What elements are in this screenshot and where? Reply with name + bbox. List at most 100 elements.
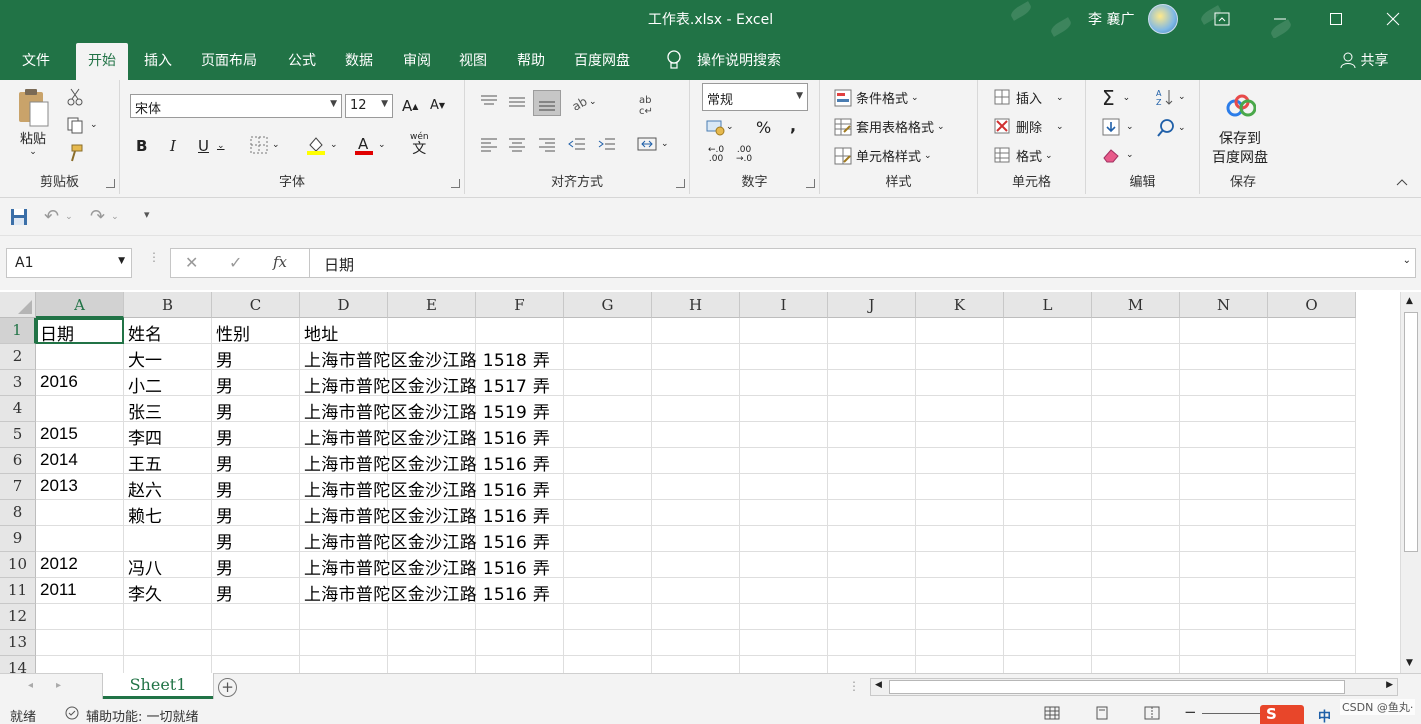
cell-d10[interactable]: 上海市普陀区金沙江路 1516 弄 (300, 552, 550, 579)
cell-j1[interactable] (828, 318, 916, 344)
cell-n12[interactable] (1180, 604, 1268, 630)
zoom-out-icon[interactable]: − (1184, 703, 1197, 721)
cell-g13[interactable] (564, 630, 652, 656)
format-painter-icon[interactable] (66, 144, 84, 162)
cell-d14[interactable] (300, 656, 388, 673)
cell-n13[interactable] (1180, 630, 1268, 656)
row-header[interactable]: 9 (0, 526, 36, 552)
cell-j12[interactable] (828, 604, 916, 630)
cell-n6[interactable] (1180, 448, 1268, 474)
column-header-i[interactable]: I (740, 292, 828, 318)
row-header[interactable]: 14 (0, 656, 36, 673)
cell-o9[interactable] (1268, 526, 1356, 552)
cell-i6[interactable] (740, 448, 828, 474)
cell-d3[interactable]: 上海市普陀区金沙江路 1517 弄 (300, 370, 550, 397)
cell-b4[interactable]: 张三 (124, 396, 212, 423)
number-launcher-icon[interactable] (806, 179, 815, 188)
tab-split-grip-icon[interactable]: ⋮ (848, 679, 860, 693)
column-header-h[interactable]: H (652, 292, 740, 318)
cell-l7[interactable] (1004, 474, 1092, 500)
font-name-select[interactable]: 宋体 ▼ (130, 94, 342, 118)
cell-b7[interactable]: 赵六 (124, 474, 212, 501)
cell-d12[interactable] (300, 604, 388, 630)
cell-g11[interactable] (564, 578, 652, 604)
font-color-icon[interactable]: A ⌄ (354, 135, 386, 155)
row-header[interactable]: 11 (0, 578, 36, 604)
clipboard-launcher-icon[interactable] (106, 179, 115, 188)
cell-c9[interactable]: 男 (212, 526, 300, 553)
cell-l3[interactable] (1004, 370, 1092, 396)
underline-button[interactable]: U ⌄ (198, 137, 225, 155)
cell-i9[interactable] (740, 526, 828, 552)
row-header[interactable]: 5 (0, 422, 36, 448)
customize-qat-icon[interactable]: ▾ (144, 208, 150, 221)
cell-c3[interactable]: 男 (212, 370, 300, 397)
vertical-scroll-thumb[interactable] (1404, 312, 1418, 552)
orientation-icon[interactable]: ab ⌄ (569, 94, 597, 110)
cell-i1[interactable] (740, 318, 828, 344)
cell-b2[interactable]: 大一 (124, 344, 212, 371)
tab-page-layout[interactable]: 页面布局 (201, 50, 257, 70)
expand-formula-icon[interactable]: ⌄ (1403, 255, 1411, 266)
cell-i12[interactable] (740, 604, 828, 630)
cell-e12[interactable] (388, 604, 476, 630)
cell-j14[interactable] (828, 656, 916, 673)
cell-h3[interactable] (652, 370, 740, 396)
cell-j2[interactable] (828, 344, 916, 370)
avatar[interactable] (1148, 4, 1178, 34)
align-center-icon[interactable] (507, 136, 527, 152)
cell-c1[interactable]: 性别 (212, 318, 300, 345)
cell-a14[interactable] (36, 656, 124, 673)
cell-e1[interactable] (388, 318, 476, 344)
cell-j3[interactable] (828, 370, 916, 396)
insert-cells-button[interactable]: 插入 ⌄ (994, 88, 1064, 107)
cell-m13[interactable] (1092, 630, 1180, 656)
cell-l5[interactable] (1004, 422, 1092, 448)
cell-k4[interactable] (916, 396, 1004, 422)
cell-o12[interactable] (1268, 604, 1356, 630)
cell-l12[interactable] (1004, 604, 1092, 630)
format-as-table-button[interactable]: 套用表格格式 ⌄ (834, 117, 945, 136)
decrease-indent-icon[interactable] (567, 136, 587, 152)
cell-d1[interactable]: 地址 (300, 318, 388, 345)
cell-b10[interactable]: 冯八 (124, 552, 212, 579)
cell-k7[interactable] (916, 474, 1004, 500)
cell-d8[interactable]: 上海市普陀区金沙江路 1516 弄 (300, 500, 550, 527)
cell-o6[interactable] (1268, 448, 1356, 474)
paste-button[interactable]: 粘贴 ⌄ (16, 88, 50, 157)
tab-formulas[interactable]: 公式 (288, 50, 316, 70)
page-break-view-icon[interactable] (1144, 706, 1160, 724)
cell-c14[interactable] (212, 656, 300, 673)
cell-c5[interactable]: 男 (212, 422, 300, 449)
cell-k1[interactable] (916, 318, 1004, 344)
align-right-icon[interactable] (537, 136, 557, 152)
autosum-icon[interactable]: Σ ⌄ (1102, 86, 1130, 110)
cell-m8[interactable] (1092, 500, 1180, 526)
cell-o1[interactable] (1268, 318, 1356, 344)
align-left-icon[interactable] (479, 136, 499, 152)
cell-a13[interactable] (36, 630, 124, 656)
cell-n14[interactable] (1180, 656, 1268, 673)
share-button[interactable]: 共享 (1340, 50, 1388, 70)
cell-m4[interactable] (1092, 396, 1180, 422)
fill-color-icon[interactable]: ⌄ (306, 135, 338, 155)
cell-n11[interactable] (1180, 578, 1268, 604)
cell-k11[interactable] (916, 578, 1004, 604)
cell-n3[interactable] (1180, 370, 1268, 396)
cell-g14[interactable] (564, 656, 652, 673)
row-header[interactable]: 12 (0, 604, 36, 630)
cell-b5[interactable]: 李四 (124, 422, 212, 449)
cell-b14[interactable] (124, 656, 212, 673)
align-top-icon[interactable] (479, 94, 499, 110)
cell-b8[interactable]: 赖七 (124, 500, 212, 527)
cell-h13[interactable] (652, 630, 740, 656)
column-header-b[interactable]: B (124, 292, 212, 318)
column-header-d[interactable]: D (300, 292, 388, 318)
insert-function-button[interactable]: fx (273, 253, 287, 271)
cell-i8[interactable] (740, 500, 828, 526)
scroll-down-icon[interactable]: ▼ (1406, 658, 1413, 668)
cell-k12[interactable] (916, 604, 1004, 630)
cell-m7[interactable] (1092, 474, 1180, 500)
sort-filter-icon[interactable]: A Z ⌄ (1156, 88, 1186, 106)
cell-g3[interactable] (564, 370, 652, 396)
